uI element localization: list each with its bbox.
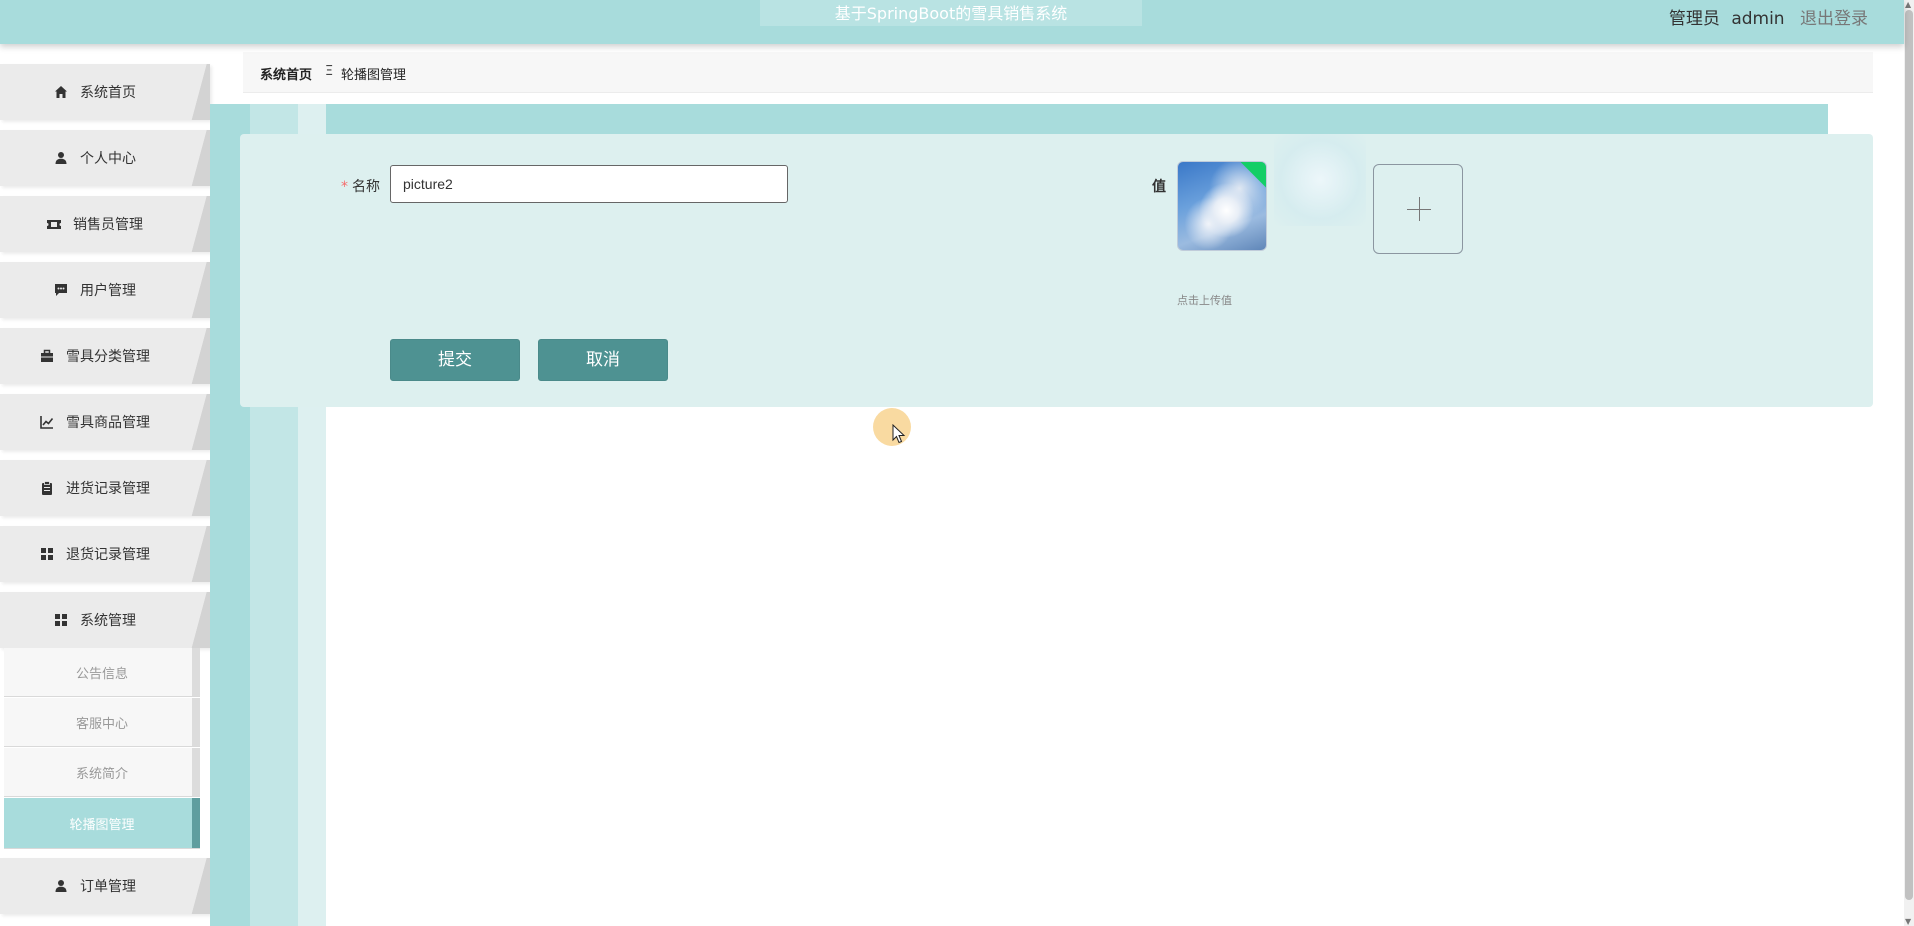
page-scrollbar[interactable]: ▲ ▼ — [1904, 0, 1914, 926]
chat-icon — [55, 284, 67, 296]
scroll-down-icon[interactable]: ▼ — [1905, 917, 1911, 926]
sidebar-item-label: 雪具商品管理 — [66, 415, 150, 431]
chart-icon — [40, 416, 54, 429]
submenu-item-label: 公告信息 — [75, 666, 128, 682]
sidebar-item-profile[interactable]: 个人中心 — [0, 130, 210, 186]
sidebar-item-category[interactable]: 雪具分类管理 — [0, 328, 210, 384]
upload-button[interactable] — [1373, 164, 1463, 254]
submenu-edge — [192, 748, 200, 796]
sidebar-item-products[interactable]: 雪具商品管理 — [0, 394, 210, 450]
user-name: admin — [1731, 9, 1785, 29]
carousel-edit-form: *名称 值 点击上传值 提交 取消 — [240, 134, 1873, 407]
mouse-cursor-icon — [892, 424, 906, 444]
app-title: 基于SpringBoot的雪具销售系统 — [760, 0, 1142, 26]
image-drag-preview — [1274, 134, 1366, 226]
sidebar-item-returns[interactable]: 退货记录管理 — [0, 526, 210, 582]
sidebar-item-label: 退货记录管理 — [66, 547, 150, 563]
name-input[interactable] — [390, 165, 788, 203]
sidebar-item-users[interactable]: 用户管理 — [0, 262, 210, 318]
grid-icon — [55, 614, 67, 626]
sidebar-item-salesperson[interactable]: 销售员管理 — [0, 196, 210, 252]
grid-icon — [41, 548, 53, 560]
breadcrumb-home[interactable]: 系统首页 — [260, 64, 312, 83]
submenu-edge — [192, 798, 200, 848]
sidebar-item-home[interactable]: 系统首页 — [0, 64, 210, 120]
cancel-button[interactable]: 取消 — [538, 339, 668, 381]
home-icon — [55, 86, 67, 98]
clipboard-icon — [42, 481, 52, 495]
submenu-edge — [192, 648, 200, 696]
upload-success-badge — [1240, 162, 1266, 188]
name-label-text: 名称 — [352, 179, 380, 195]
upload-tip: 点击上传值 — [1177, 294, 1232, 307]
top-header: 基于SpringBoot的雪具销售系统 管理员 admin 退出登录 — [0, 0, 1904, 44]
breadcrumb-current: 轮播图管理 — [341, 68, 407, 83]
submenu-item-label: 系统简介 — [75, 766, 128, 782]
breadcrumb: 系统首页 Ξ 轮播图管理 — [243, 52, 1873, 93]
sidebar: 系统首页 个人中心 销售员管理 用户管理 雪具分类管理 雪具商品管理 进货记录管… — [0, 44, 210, 926]
name-label: * 名称 — [341, 176, 380, 196]
uploaded-image-thumbnail[interactable] — [1177, 161, 1267, 251]
user-icon — [55, 152, 67, 164]
briefcase-icon — [41, 349, 53, 362]
sidebar-item-label: 系统首页 — [80, 85, 136, 101]
sidebar-item-label: 系统管理 — [80, 613, 136, 629]
submenu-item-carousel[interactable]: 轮播图管理 — [4, 798, 200, 849]
sidebar-item-system[interactable]: 系统管理 — [0, 592, 210, 648]
sidebar-item-purchase[interactable]: 进货记录管理 — [0, 460, 210, 516]
content-band — [210, 104, 1828, 134]
sidebar-item-label: 用户管理 — [80, 283, 136, 299]
content-area — [326, 405, 1904, 926]
sidebar-item-label: 个人中心 — [80, 151, 136, 167]
value-label: 值 — [1152, 179, 1166, 195]
submenu-item-service[interactable]: 客服中心 — [4, 698, 200, 747]
sidebar-item-orders[interactable]: 订单管理 — [0, 858, 210, 914]
submenu-item-intro[interactable]: 系统简介 — [4, 748, 200, 797]
scroll-up-icon[interactable]: ▲ — [1905, 0, 1911, 9]
sidebar-item-label: 雪具分类管理 — [66, 349, 150, 365]
submit-button[interactable]: 提交 — [390, 339, 520, 381]
sidebar-item-label: 订单管理 — [80, 879, 136, 895]
submenu-edge — [192, 698, 200, 746]
breadcrumb-separator: Ξ — [325, 64, 334, 79]
sidebar-item-label: 销售员管理 — [73, 217, 143, 233]
submenu-item-label: 客服中心 — [75, 716, 128, 732]
plus-icon — [1419, 197, 1420, 221]
user-icon — [55, 880, 67, 892]
sidebar-item-label: 进货记录管理 — [66, 481, 150, 497]
logout-link[interactable]: 退出登录 — [1800, 9, 1868, 29]
submenu-item-label: 轮播图管理 — [69, 817, 135, 833]
user-role: 管理员 — [1668, 9, 1720, 29]
ticket-icon — [47, 220, 61, 229]
user-info: 管理员 admin 退出登录 — [1669, 4, 1868, 29]
submenu-item-notice[interactable]: 公告信息 — [4, 648, 200, 697]
scrollbar-thumb[interactable] — [1905, 10, 1913, 900]
required-mark: * — [341, 179, 348, 195]
